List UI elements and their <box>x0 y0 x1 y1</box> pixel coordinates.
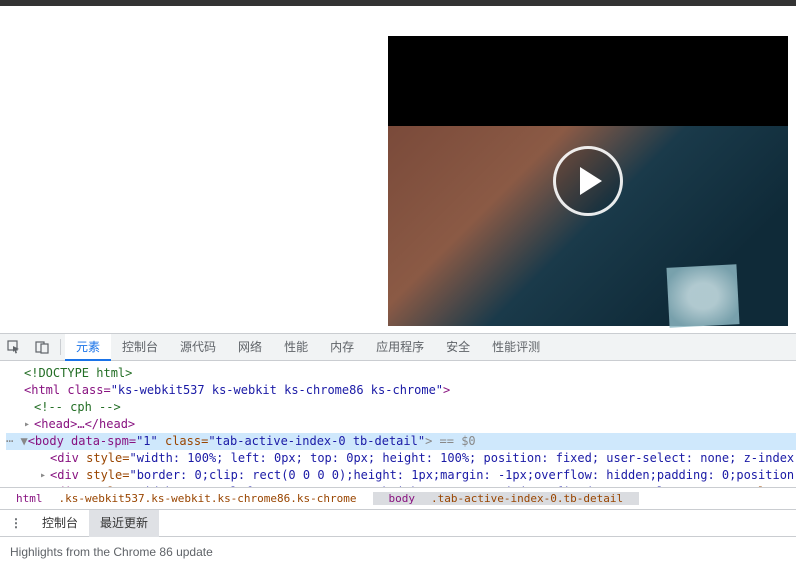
tab-console[interactable]: 控制台 <box>111 334 169 361</box>
crumb-body[interactable]: body.tab-active-index-0.tb-detail <box>373 492 640 505</box>
whatsnew-headline: Highlights from the Chrome 86 update <box>0 536 796 566</box>
tab-security[interactable]: 安全 <box>435 334 481 361</box>
page-viewport <box>0 6 796 333</box>
dom-div-2[interactable]: ▸<div style="border: 0;clip: rect(0 0 0 … <box>6 467 796 484</box>
tab-network[interactable]: 网络 <box>227 334 273 361</box>
dom-doctype[interactable]: <!DOCTYPE html> <box>6 365 796 382</box>
tab-sources[interactable]: 源代码 <box>169 334 227 361</box>
tab-elements[interactable]: 元素 <box>65 334 111 361</box>
video-player[interactable] <box>388 36 788 326</box>
tab-performance[interactable]: 性能 <box>273 334 319 361</box>
tab-memory[interactable]: 内存 <box>319 334 365 361</box>
video-letterbox <box>388 36 788 126</box>
dom-tree[interactable]: <!DOCTYPE html> <html class="ks-webkit53… <box>0 361 796 487</box>
drawer-tab-whatsnew[interactable]: 最近更新 <box>89 510 159 537</box>
breadcrumb: html.ks-webkit537.ks-webkit.ks-chrome86.… <box>0 487 796 509</box>
inspect-icon[interactable] <box>0 340 28 354</box>
devtools-tabs: 元素 控制台 源代码 网络 性能 内存 应用程序 安全 性能评测 <box>0 334 796 361</box>
dom-body-selected[interactable]: ⋯ ▼<body data-spm="1" class="tab-active-… <box>6 433 796 450</box>
play-button[interactable] <box>553 146 623 216</box>
device-toggle-icon[interactable] <box>28 340 56 354</box>
console-drawer-tabs: ⋮ 控制台 最近更新 <box>0 509 796 536</box>
kebab-icon[interactable]: ⋮ <box>0 516 31 530</box>
decorative-accent <box>666 264 739 328</box>
tab-application[interactable]: 应用程序 <box>365 334 435 361</box>
drawer-tab-console[interactable]: 控制台 <box>31 510 89 537</box>
dom-div-1[interactable]: <div style="width: 100%; left: 0px; top:… <box>6 450 796 467</box>
dom-html[interactable]: <html class="ks-webkit537 ks-webkit ks-c… <box>6 382 796 399</box>
tab-lighthouse[interactable]: 性能评测 <box>481 334 551 361</box>
dom-div-3[interactable]: <div style="width: 100%; left: 0px; top:… <box>6 484 796 487</box>
divider <box>60 339 61 355</box>
devtools-panel: 元素 控制台 源代码 网络 性能 内存 应用程序 安全 性能评测 <!DOCTY… <box>0 333 796 566</box>
play-icon <box>580 167 602 195</box>
crumb-html[interactable]: html.ks-webkit537.ks-webkit.ks-chrome86.… <box>0 492 373 505</box>
dom-head[interactable]: ▸<head>…</head> <box>6 416 796 433</box>
dom-comment[interactable]: <!-- cph --> <box>6 399 796 416</box>
